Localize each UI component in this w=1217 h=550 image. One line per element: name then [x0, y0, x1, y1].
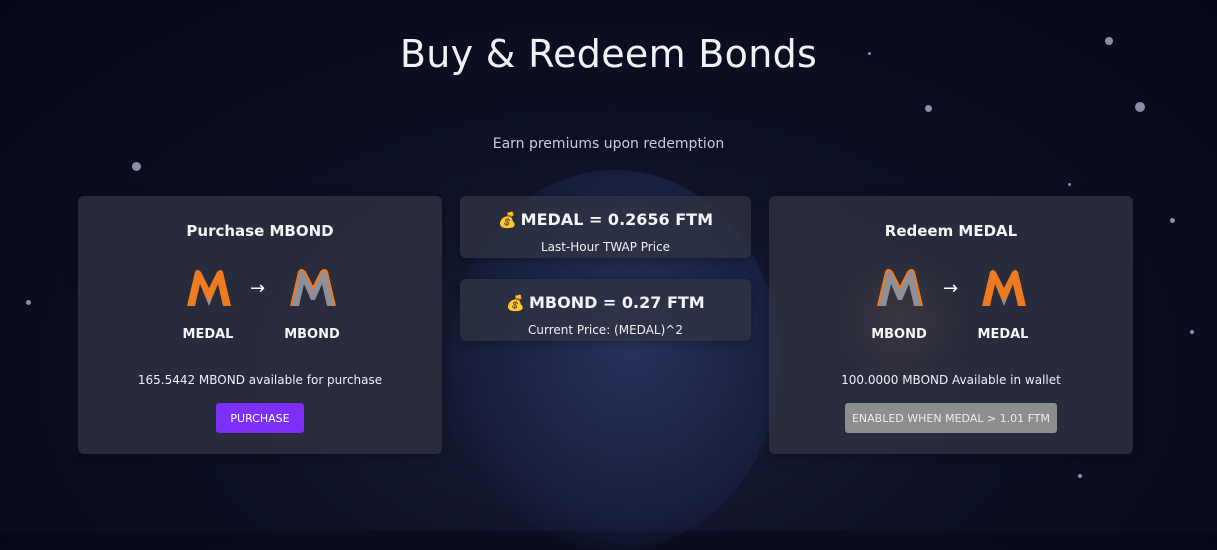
money-bag-icon: 💰	[497, 211, 517, 229]
medal-price-card: 💰 MEDAL = 0.2656 FTM Last-Hour TWAP Price	[460, 196, 751, 258]
mbond-price-card: 💰 MBOND = 0.27 FTM Current Price: (MEDAL)…	[460, 279, 751, 341]
page-title: Buy & Redeem Bonds	[399, 32, 818, 76]
medal-price-row: 💰 MEDAL = 0.2656 FTM	[460, 210, 751, 229]
mbond-price-value: MBOND = 0.27 FTM	[528, 293, 705, 312]
mbond-token-icon	[877, 269, 923, 307]
background-star	[1170, 218, 1175, 223]
purchase-button[interactable]: PURCHASE	[216, 403, 304, 433]
purchase-card-title: Purchase MBOND	[186, 222, 334, 240]
background-star	[1135, 102, 1145, 112]
mbond-price-caption: Current Price: (MEDAL)^2	[528, 323, 683, 337]
arrow-right-icon: →	[250, 278, 266, 299]
purchase-to-token-label: MBOND	[284, 327, 340, 342]
purchase-card: Purchase MBOND MEDAL → MBOND 165.5442 MB…	[78, 196, 442, 454]
redeem-to-token-label: MEDAL	[977, 327, 1029, 342]
mbond-price-row: 💰 MBOND = 0.27 FTM	[460, 293, 751, 312]
redeem-card-title: Redeem MEDAL	[884, 222, 1018, 240]
background-star	[1190, 330, 1194, 334]
redeem-card: Redeem MEDAL MBOND → MEDAL 100.0000 MBON…	[769, 196, 1133, 454]
medal-price-value: MEDAL = 0.2656 FTM	[520, 210, 714, 229]
medal-token-icon	[982, 270, 1026, 306]
background-star	[925, 105, 932, 112]
medal-price-caption: Last-Hour TWAP Price	[540, 240, 671, 254]
purchase-available-text: 165.5442 MBOND available for purchase	[137, 373, 383, 387]
arrow-right-icon: →	[943, 278, 959, 299]
redeem-button[interactable]: ENABLED WHEN MEDAL > 1.01 FTM	[845, 403, 1057, 433]
redeem-from-token-label: MBOND	[871, 327, 927, 342]
background-star	[132, 162, 141, 171]
background-star	[1068, 183, 1071, 186]
money-bag-icon: 💰	[506, 294, 525, 312]
mbond-token-icon	[290, 269, 336, 307]
medal-token-icon	[187, 270, 231, 306]
redeem-wallet-text: 100.0000 MBOND Available in wallet	[841, 373, 1061, 387]
page-subtitle: Earn premiums upon redemption	[492, 136, 725, 152]
background-star	[1078, 474, 1082, 478]
purchase-from-token-label: MEDAL	[182, 327, 234, 342]
background-star	[26, 300, 31, 305]
